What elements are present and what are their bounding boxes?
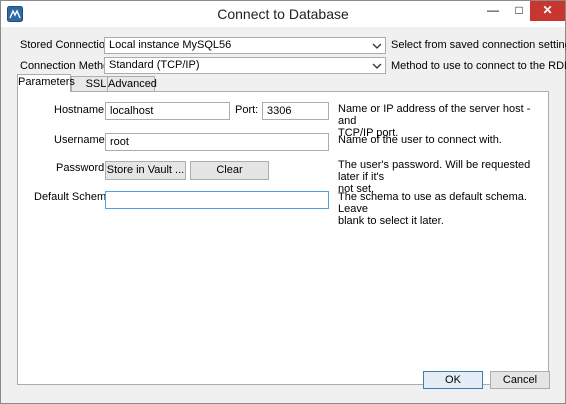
- default-schema-label: Default Schema:: [34, 191, 116, 203]
- chevron-down-icon: [372, 63, 382, 69]
- connect-dialog: Connect to Database — □ ✕ Stored Connect…: [0, 0, 566, 404]
- stored-connection-label: Stored Connection:: [20, 39, 115, 51]
- default-schema-input[interactable]: [105, 191, 329, 209]
- password-label: Password:: [56, 162, 108, 174]
- hostname-input[interactable]: localhost: [105, 102, 230, 120]
- username-description: Name of the user to connect with.: [338, 134, 502, 146]
- hostname-label: Hostname:: [54, 104, 108, 116]
- connection-method-select[interactable]: Standard (TCP/IP): [104, 57, 386, 74]
- minimize-button[interactable]: —: [479, 1, 507, 21]
- dialog-body: Stored Connection: Local instance MySQL5…: [1, 27, 566, 403]
- port-input[interactable]: 3306: [262, 102, 329, 120]
- default-schema-description-line1: The schema to use as default schema. Lea…: [338, 191, 527, 215]
- title-bar[interactable]: Connect to Database — □ ✕: [1, 1, 565, 27]
- tab-parameters[interactable]: Parameters: [17, 74, 75, 92]
- ok-button[interactable]: OK: [423, 371, 483, 389]
- username-input[interactable]: root: [105, 133, 329, 151]
- password-description-line1: The user's password. Will be requested l…: [338, 159, 531, 183]
- default-schema-description-line2: blank to select it later.: [338, 215, 444, 227]
- hostname-description-line1: Name or IP address of the server host - …: [338, 103, 531, 127]
- stored-connection-select[interactable]: Local instance MySQL56: [104, 37, 386, 54]
- stored-connection-value: Local instance MySQL56: [109, 39, 232, 51]
- port-label: Port:: [235, 104, 259, 116]
- close-button[interactable]: ✕: [530, 1, 565, 21]
- stored-connection-hint: Select from saved connection settings: [391, 39, 566, 51]
- cancel-button[interactable]: Cancel: [490, 371, 550, 389]
- username-label: Username:: [54, 134, 108, 146]
- tab-advanced[interactable]: Advanced: [107, 76, 157, 91]
- connection-method-value: Standard (TCP/IP): [109, 59, 200, 71]
- store-in-vault-button[interactable]: Store in Vault ...: [105, 161, 186, 180]
- clear-password-button[interactable]: Clear: [190, 161, 269, 180]
- maximize-button[interactable]: □: [505, 1, 533, 21]
- connection-method-hint: Method to use to connect to the RDBMS: [391, 60, 566, 72]
- default-schema-description: The schema to use as default schema. Lea…: [338, 191, 548, 227]
- chevron-down-icon: [372, 43, 382, 49]
- password-description: The user's password. Will be requested l…: [338, 159, 548, 195]
